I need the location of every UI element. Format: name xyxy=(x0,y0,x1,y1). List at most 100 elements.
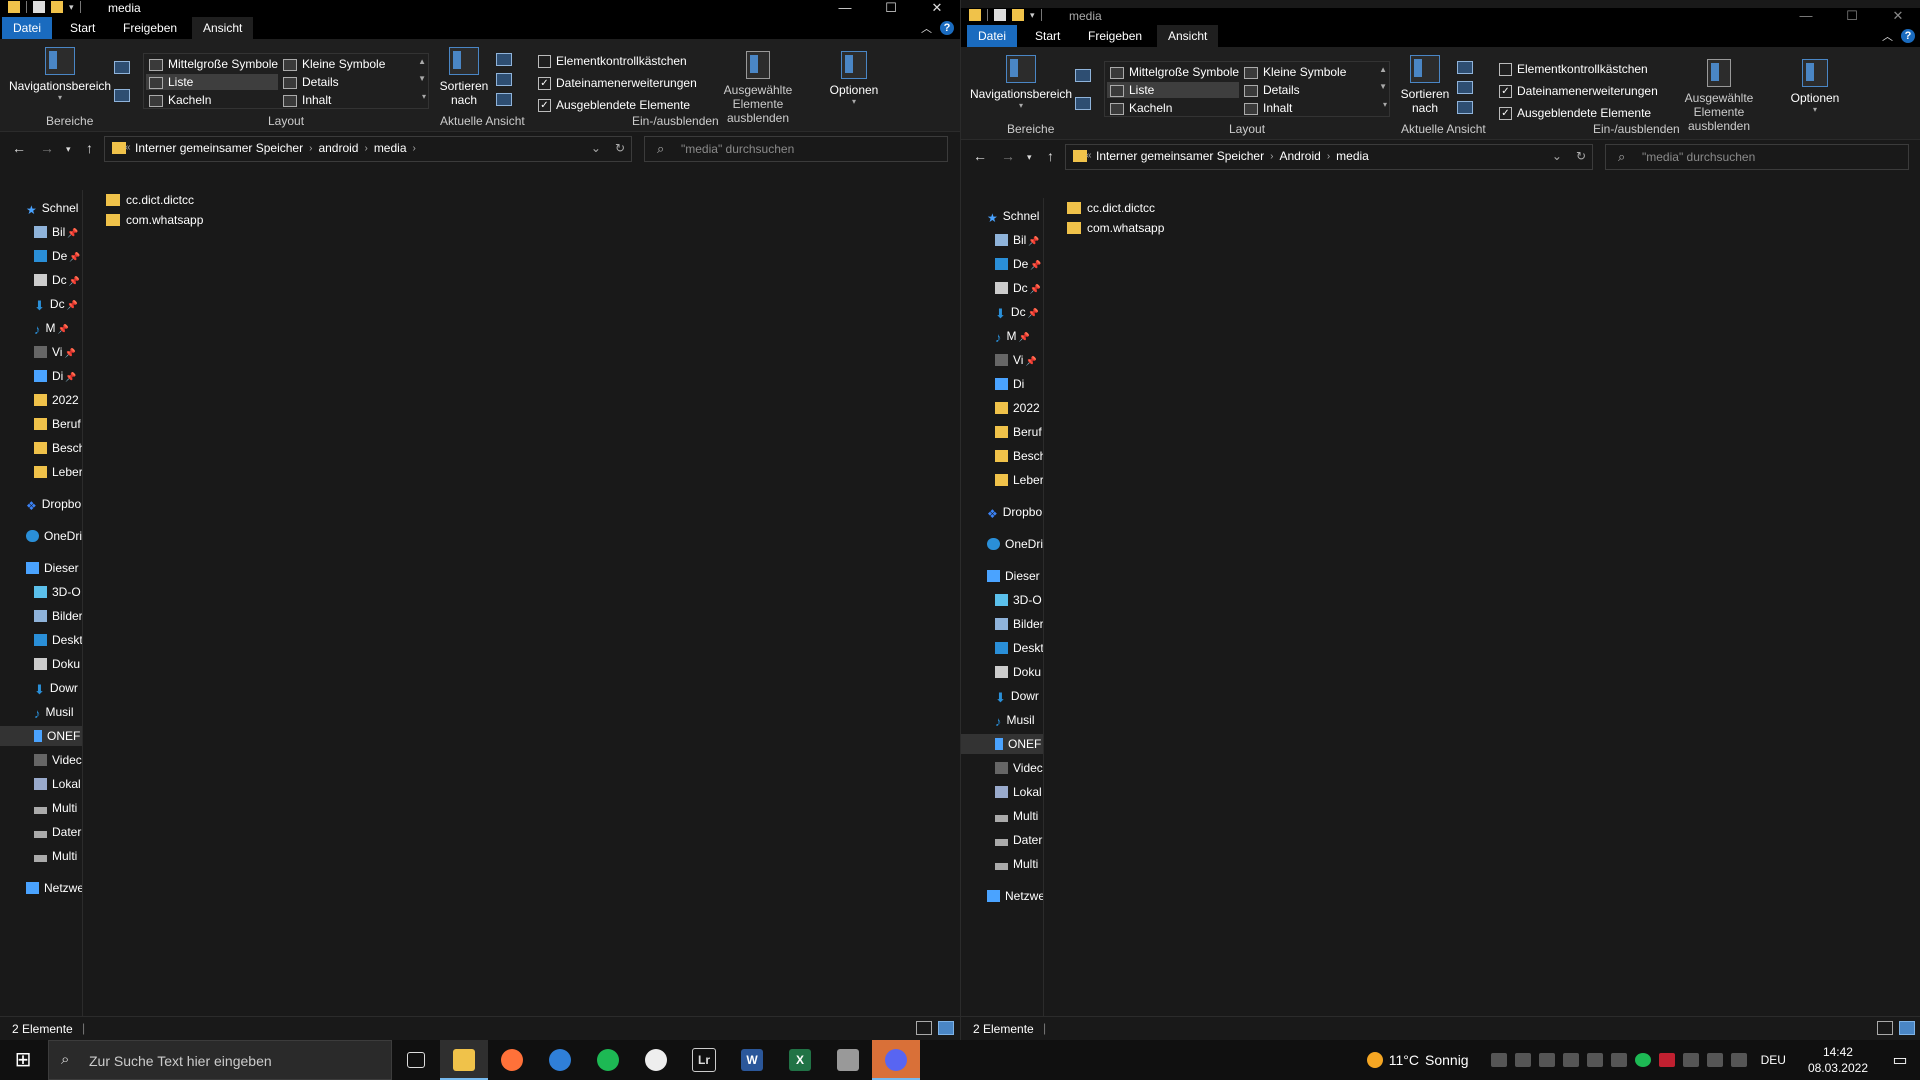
sidebar-item-multi-1[interactable]: Multi xyxy=(995,806,1038,826)
sidebar-item-documents-pinned[interactable]: Dc 📌 xyxy=(995,278,1041,298)
collapse-ribbon-icon[interactable]: ︿ xyxy=(1882,28,1893,44)
add-columns-icon[interactable] xyxy=(496,73,512,86)
sidebar-item-onedrive[interactable]: OneDri xyxy=(26,526,82,546)
adobe-tray-icon[interactable] xyxy=(1658,1053,1675,1067)
details-pane-icon[interactable] xyxy=(114,89,130,102)
panda-icon[interactable] xyxy=(632,1040,680,1080)
security-icon[interactable] xyxy=(1610,1053,1627,1067)
sidebar-item-documents-pinned[interactable]: Dc 📌 xyxy=(34,270,80,290)
up-arrow-icon[interactable]: ↑ xyxy=(86,140,93,156)
forward-arrow-icon[interactable]: → xyxy=(1001,148,1015,164)
sidebar-item-downloads-pinned[interactable]: ⬇ Dc 📌 xyxy=(34,294,78,314)
add-columns-icon[interactable] xyxy=(1457,81,1473,94)
checkbox-hidden-items[interactable]: ✓ Ausgeblendete Elemente xyxy=(538,97,690,113)
sidebar-item-folder-besch[interactable]: Besch xyxy=(34,438,82,458)
gallery-scroll-up-icon[interactable]: ▲ xyxy=(418,57,426,66)
sidebar-item-music[interactable]: ♪ Musil xyxy=(34,702,74,722)
checkbox-file-extensions-box[interactable]: ✓ xyxy=(538,77,551,90)
group-by-icon[interactable] xyxy=(1457,61,1473,74)
list-item[interactable]: cc.dict.dictcc xyxy=(104,190,194,210)
tab-ansicht[interactable]: Ansicht xyxy=(192,17,254,39)
breadcrumb-separator-icon[interactable]: › xyxy=(1327,151,1330,162)
sidebar-item-multi-1[interactable]: Multi xyxy=(34,798,77,818)
breadcrumb-item[interactable]: Android xyxy=(1279,149,1320,163)
details-pane-icon[interactable] xyxy=(1075,97,1091,110)
gallery-scroll-down-icon[interactable]: ▼ xyxy=(418,74,426,83)
sidebar-item-videos-pinned[interactable]: Vi 📌 xyxy=(995,350,1037,370)
sidebar-item-oneplus[interactable]: ONEF xyxy=(961,734,1043,754)
checkbox-file-extensions[interactable]: ✓ Dateinamenerweiterungen xyxy=(1499,83,1658,99)
sidebar-item-folder-2022[interactable]: 2022 xyxy=(34,390,79,410)
folder-icon[interactable] xyxy=(8,1,20,13)
weather-widget[interactable]: 11°C Sonnig xyxy=(1366,1052,1469,1068)
sidebar-item-quick-access[interactable]: ★ Schnel xyxy=(987,206,1039,226)
breadcrumb-separator-icon[interactable]: › xyxy=(413,143,416,154)
group-by-icon[interactable] xyxy=(496,53,512,66)
layout-list[interactable]: Liste xyxy=(1107,82,1239,98)
sidebar-item-downloads[interactable]: ⬇ Dowr xyxy=(995,686,1039,706)
sidebar-item-this-pc[interactable]: Dieser xyxy=(987,566,1040,586)
minimize-button[interactable]: — xyxy=(822,0,868,17)
sidebar-item-data-drive[interactable]: Dater xyxy=(995,830,1042,850)
tab-freigeben[interactable]: Freigeben xyxy=(112,17,188,39)
notification-icon[interactable]: ▭ xyxy=(1880,1050,1920,1070)
breadcrumb-item[interactable]: Interner gemeinsamer Speicher xyxy=(135,141,303,155)
size-columns-icon[interactable] xyxy=(1457,101,1473,114)
sidebar-item-pictures[interactable]: Bilder xyxy=(34,606,82,626)
navigation-pane-button[interactable]: Navigationsbereich ▾ xyxy=(8,47,112,102)
help-icon[interactable]: ? xyxy=(940,21,954,35)
breadcrumb-separator-icon[interactable]: › xyxy=(364,143,367,154)
tab-datei[interactable]: Datei xyxy=(2,17,53,39)
sidebar-item-onedrive[interactable]: OneDri xyxy=(987,534,1043,554)
sidebar-item-oneplus[interactable]: ONEF xyxy=(0,726,82,746)
navigation-pane-button[interactable]: Navigationsbereich ▾ xyxy=(969,55,1073,110)
layout-medium-icons[interactable]: Mittelgroße Symbole xyxy=(1107,64,1259,80)
minimize-button[interactable]: — xyxy=(1783,6,1829,25)
overflow-chevron-icon[interactable]: « xyxy=(125,142,131,153)
outlook-icon[interactable] xyxy=(536,1040,584,1080)
spotify-icon[interactable] xyxy=(584,1040,632,1080)
sidebar-item-pictures[interactable]: Bilder xyxy=(995,614,1043,634)
layout-content[interactable]: Inhalt xyxy=(1241,100,1393,116)
recent-locations-chevron-icon[interactable]: ▾ xyxy=(66,144,71,155)
sidebar-item-multi-2[interactable]: Multi xyxy=(995,854,1038,874)
breadcrumb-item[interactable]: Interner gemeinsamer Speicher xyxy=(1096,149,1264,163)
sidebar-item-local-disk[interactable]: Lokal xyxy=(34,774,81,794)
word-icon[interactable]: W xyxy=(728,1040,776,1080)
gallery-scroll-up-icon[interactable]: ▲ xyxy=(1379,65,1387,74)
large-icons-view-icon[interactable] xyxy=(938,1021,954,1035)
layout-details[interactable]: Details xyxy=(280,74,432,90)
excel-icon[interactable]: X xyxy=(776,1040,824,1080)
firefox-icon[interactable] xyxy=(488,1040,536,1080)
layout-details[interactable]: Details xyxy=(1241,82,1393,98)
list-item[interactable]: com.whatsapp xyxy=(104,210,203,230)
volume-icon[interactable] xyxy=(1706,1053,1723,1067)
details-view-icon[interactable] xyxy=(916,1021,932,1035)
layout-medium-icons[interactable]: Mittelgroße Symbole xyxy=(146,56,298,72)
file-explorer-icon[interactable] xyxy=(440,1040,488,1080)
layout-small-icons[interactable]: Kleine Symbole xyxy=(1241,64,1393,80)
sidebar-item-desktop[interactable]: Deskt xyxy=(995,638,1043,658)
folder-icon[interactable] xyxy=(969,9,981,21)
sidebar-item-network[interactable]: Netzwe xyxy=(26,878,82,898)
customize-chevron-icon[interactable]: ▾ xyxy=(1030,9,1035,21)
sidebar-item-desktop-pinned[interactable]: De 📌 xyxy=(34,246,81,266)
sidebar-item-desktop-pinned[interactable]: De 📌 xyxy=(995,254,1042,274)
clock[interactable]: 14:42 08.03.2022 xyxy=(1808,1044,1868,1076)
windows-start-icon[interactable]: ⊞ xyxy=(0,1040,46,1080)
sidebar-item-downloads[interactable]: ⬇ Dowr xyxy=(34,678,78,698)
new-folder-icon[interactable] xyxy=(1012,9,1024,21)
sidebar-item-3d-objects[interactable]: 3D-O xyxy=(34,582,81,602)
layout-content[interactable]: Inhalt xyxy=(280,92,432,108)
tab-ansicht[interactable]: Ansicht xyxy=(1157,25,1219,47)
sidebar-item-multi-2[interactable]: Multi xyxy=(34,846,77,866)
back-arrow-icon[interactable]: ← xyxy=(973,148,987,164)
tray-app-icon[interactable] xyxy=(1562,1053,1579,1067)
up-arrow-icon[interactable]: ↑ xyxy=(1047,148,1054,164)
preview-pane-icon[interactable] xyxy=(114,61,130,74)
search-box[interactable]: ⌕ "media" durchsuchen xyxy=(1605,144,1909,170)
refresh-icon[interactable]: ↻ xyxy=(615,141,625,155)
layout-tiles[interactable]: Kacheln xyxy=(146,92,298,108)
checkbox-hidden-items-box[interactable]: ✓ xyxy=(1499,107,1512,120)
collapse-ribbon-icon[interactable]: ︿ xyxy=(921,20,932,36)
